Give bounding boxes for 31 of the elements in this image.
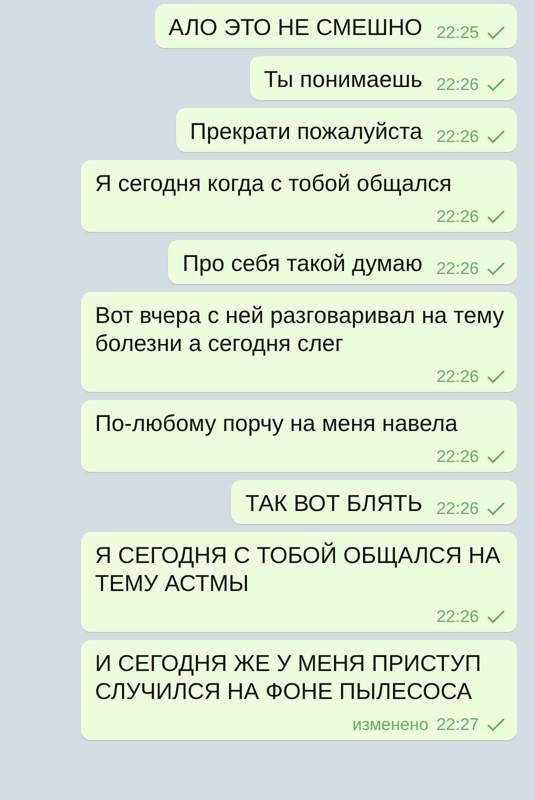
message-text: АЛО ЭТО НЕ СМЕШНО [168, 13, 422, 41]
edited-label: изменено [352, 715, 428, 735]
message-text: Вот вчера с ней разговаривал на тему болезни а сегодня слег [95, 301, 505, 357]
message-time: 22:26 [436, 207, 479, 227]
check-icon [487, 78, 505, 92]
message-text: Я сегодня когда с тобой общался [95, 169, 452, 197]
check-icon [487, 210, 505, 224]
message-time: 22:27 [436, 715, 479, 735]
check-icon [487, 502, 505, 516]
message-text: Ты понимаешь [264, 65, 422, 93]
check-icon [487, 610, 505, 624]
message-time: 22:26 [436, 75, 479, 95]
message-text: ТАК ВОТ БЛЯТЬ [245, 489, 422, 517]
message-time: 22:26 [436, 607, 479, 627]
check-icon [487, 450, 505, 464]
message-time: 22:26 [436, 367, 479, 387]
check-icon [487, 718, 505, 732]
check-icon [487, 262, 505, 276]
message-text: Прекрати пожалуйста [190, 117, 422, 145]
message-time: 22:26 [436, 127, 479, 147]
message-time: 22:26 [436, 447, 479, 467]
message-text: По-любому порчу на меня навела [95, 409, 458, 437]
message-text: И СЕГОДНЯ ЖЕ У МЕНЯ ПРИСТУП СЛУЧИЛСЯ НА ФОНЕ ПЫЛЕСОСА [95, 649, 482, 705]
message-text: Я СЕГОДНЯ С ТОБОЙ ОБЩАЛСЯ НА ТЕМУ АСТМЫ [95, 541, 502, 597]
message-time: 22:26 [436, 499, 479, 519]
message-time: 22:26 [436, 259, 479, 279]
check-icon [487, 130, 505, 144]
check-icon [487, 26, 505, 40]
message-time: 22:25 [436, 23, 479, 43]
check-icon [487, 370, 505, 384]
message-text: Про себя такой думаю [182, 249, 422, 277]
